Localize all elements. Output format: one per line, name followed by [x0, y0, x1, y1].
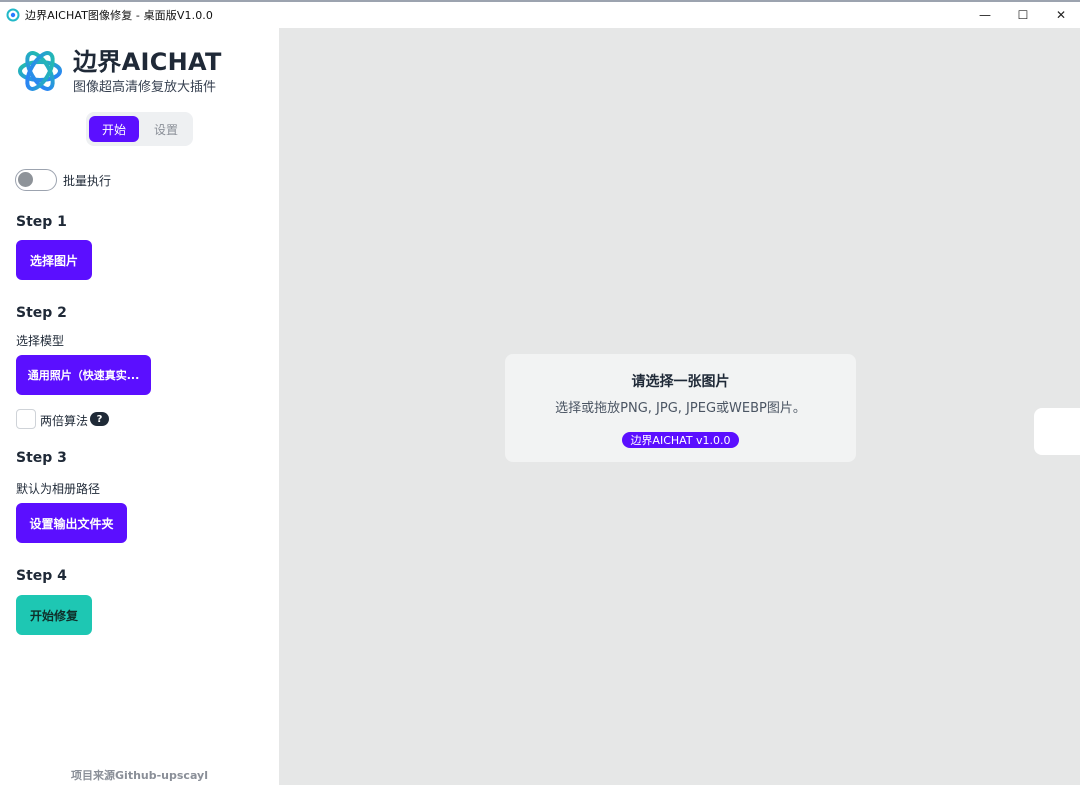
tab-start[interactable]: 开始	[89, 116, 139, 142]
window-title: 边界AICHAT图像修复 - 桌面版V1.0.0	[25, 9, 213, 22]
batch-toggle[interactable]	[15, 169, 57, 191]
empty-state-subtitle: 选择或拖放PNG, JPG, JPEG或WEBP图片。	[555, 401, 806, 416]
set-output-folder-button[interactable]: 设置输出文件夹	[16, 503, 127, 543]
step-2-title: Step 2	[16, 305, 67, 321]
empty-state-title: 请选择一张图片	[631, 374, 730, 390]
sidebar: 边界AICHAT 图像超高清修复放大插件 开始 设置 批量执行 Step 1 选…	[0, 28, 279, 785]
step-3-title: Step 3	[16, 450, 67, 466]
app-logo-icon	[6, 8, 20, 22]
double-algorithm-checkbox[interactable]	[16, 409, 36, 429]
source-footer[interactable]: 项目来源Github-upscayl	[0, 767, 279, 783]
brand-subtitle: 图像超高清修复放大插件	[73, 80, 217, 95]
model-hint: 选择模型	[16, 334, 65, 348]
step-1-title: Step 1	[16, 214, 67, 230]
toggle-knob	[18, 172, 33, 187]
maximize-button[interactable]: ☐	[1004, 2, 1042, 28]
brand-logo-icon	[18, 51, 62, 91]
select-image-button[interactable]: 选择图片	[16, 240, 92, 280]
title-bar: 边界AICHAT图像修复 - 桌面版V1.0.0 — ☐ ✕	[0, 0, 1080, 28]
output-path-hint: 默认为相册路径	[16, 482, 101, 496]
image-drop-area[interactable]: 请选择一张图片 选择或拖放PNG, JPG, JPEG或WEBP图片。 边界AI…	[279, 28, 1080, 785]
tab-switcher: 开始 设置	[86, 112, 193, 146]
version-badge: 边界AICHAT v1.0.0	[622, 432, 739, 448]
brand-title: 边界AICHAT	[73, 48, 222, 76]
side-panel-handle[interactable]	[1034, 408, 1080, 455]
start-repair-button[interactable]: 开始修复	[16, 595, 92, 635]
empty-state-card: 请选择一张图片 选择或拖放PNG, JPG, JPEG或WEBP图片。 边界AI…	[505, 354, 856, 462]
window-controls: — ☐ ✕	[966, 2, 1080, 28]
tab-settings[interactable]: 设置	[142, 116, 190, 142]
help-icon[interactable]: ?	[90, 412, 109, 426]
batch-toggle-label: 批量执行	[63, 174, 112, 188]
close-button[interactable]: ✕	[1042, 2, 1080, 28]
double-algorithm-label: 两倍算法	[40, 414, 89, 428]
select-model-button[interactable]: 通用照片（快速真实...	[16, 355, 151, 395]
step-4-title: Step 4	[16, 568, 67, 584]
minimize-button[interactable]: —	[966, 2, 1004, 28]
